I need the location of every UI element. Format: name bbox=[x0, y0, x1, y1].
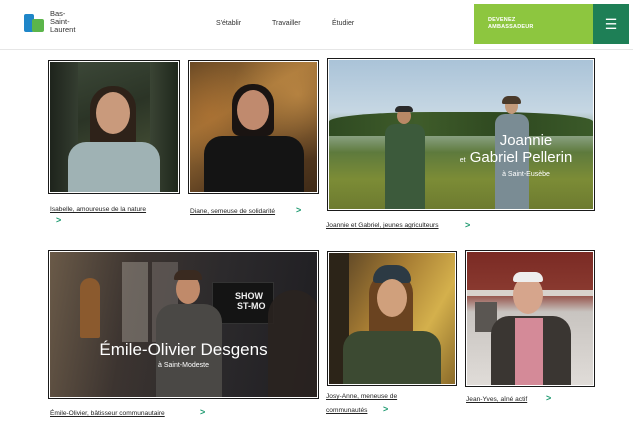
frame-joannie bbox=[327, 58, 595, 211]
nav-etablir[interactable]: S'établir bbox=[216, 20, 241, 27]
logo[interactable]: Bas- Saint- Laurent bbox=[24, 10, 92, 34]
hamburger-icon: ☰ bbox=[604, 16, 618, 32]
caption-joannie[interactable]: Joannie et Gabriel, jeunes agriculteurs bbox=[326, 220, 439, 231]
frame-jean-yves bbox=[465, 250, 595, 387]
chevron-right-icon[interactable]: > bbox=[383, 404, 388, 414]
site-header: Bas- Saint- Laurent S'établir Travailler… bbox=[0, 0, 633, 50]
caption-emile[interactable]: Émile-Olivier, bâtisseur communautaire bbox=[50, 408, 165, 419]
chevron-right-icon[interactable]: > bbox=[56, 215, 61, 225]
frame-diane bbox=[188, 60, 319, 194]
menu-button[interactable]: ☰ bbox=[593, 4, 629, 44]
frame-emile bbox=[48, 250, 319, 399]
chevron-right-icon[interactable]: > bbox=[296, 205, 301, 215]
nav-travailler[interactable]: Travailler bbox=[272, 20, 301, 27]
chevron-right-icon[interactable]: > bbox=[200, 407, 205, 417]
frame-isabelle bbox=[48, 60, 180, 194]
logo-mark-icon bbox=[24, 11, 46, 33]
caption-isabelle[interactable]: Isabelle, amoureuse de la nature bbox=[50, 204, 146, 215]
become-ambassador-button[interactable]: DEVENEZ AMBASSADEUR bbox=[474, 4, 593, 44]
caption-jean-yves[interactable]: Jean-Yves, aîné actif bbox=[466, 394, 527, 405]
caption-josy-anne-2[interactable]: communautés bbox=[326, 405, 367, 416]
caption-josy-anne-1[interactable]: Josy-Anne, meneuse de bbox=[326, 391, 397, 402]
logo-text: Bas- Saint- Laurent bbox=[50, 9, 76, 34]
chevron-right-icon[interactable]: > bbox=[546, 393, 551, 403]
nav-etudier[interactable]: Étudier bbox=[332, 20, 354, 27]
caption-diane[interactable]: Diane, semeuse de solidarité bbox=[190, 206, 275, 217]
chevron-right-icon[interactable]: > bbox=[465, 220, 470, 230]
frame-josy-anne bbox=[327, 251, 457, 386]
